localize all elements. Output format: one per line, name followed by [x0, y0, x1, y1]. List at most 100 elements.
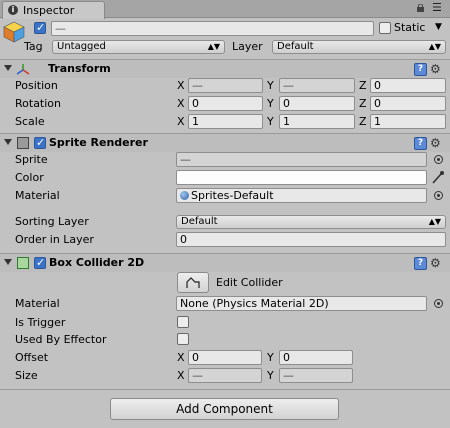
updown-arrow-icon: ▲▼ — [428, 217, 441, 226]
updown-arrow-icon: ▲▼ — [428, 42, 441, 51]
tab-label: Inspector — [23, 4, 75, 17]
axis-z-label: Z — [359, 115, 367, 128]
sorting-layer-value: Default — [181, 216, 218, 227]
axis-x-label: X — [177, 97, 185, 110]
layer-value: Default — [277, 41, 314, 52]
scale-label: Scale — [15, 115, 45, 128]
gear-icon[interactable]: ⚙ — [430, 63, 441, 76]
edit-collider-button[interactable] — [177, 272, 209, 293]
position-label: Position — [15, 79, 58, 92]
edit-collider-icon — [186, 277, 200, 288]
sorting-layer-dropdown[interactable]: Default ▲▼ — [176, 215, 446, 229]
help-icon[interactable]: ? — [414, 137, 427, 150]
collider-material-label: Material — [15, 297, 60, 310]
sorting-layer-label: Sorting Layer — [15, 215, 89, 228]
color-field[interactable] — [176, 170, 427, 185]
static-dropdown-icon[interactable]: ▼ — [435, 22, 442, 32]
foldout-arrow-icon[interactable] — [4, 139, 12, 145]
axis-y-label: Y — [267, 97, 274, 110]
position-y-field[interactable]: — — [279, 78, 355, 93]
axis-y-label: Y — [267, 115, 274, 128]
sprite-renderer-header[interactable]: Sprite Renderer ? ⚙ — [0, 133, 450, 152]
material-value: Sprites-Default — [191, 189, 274, 202]
sprite-label: Sprite — [15, 153, 48, 166]
position-x-field[interactable]: — — [188, 78, 263, 93]
object-picker-icon[interactable] — [434, 155, 443, 164]
tab-inspector[interactable]: i Inspector — [2, 1, 105, 19]
foldout-arrow-icon[interactable] — [4, 65, 12, 71]
size-x-field[interactable]: — — [188, 368, 262, 383]
axis-x-label: X — [177, 351, 185, 364]
divider — [0, 389, 450, 390]
updown-arrow-icon: ▲▼ — [207, 42, 220, 51]
object-picker-icon[interactable] — [434, 191, 443, 200]
offset-label: Offset — [15, 351, 49, 364]
order-in-layer-field[interactable]: 0 — [176, 232, 446, 247]
tag-label: Tag — [24, 40, 43, 53]
layer-label: Layer — [232, 40, 263, 53]
used-by-effector-checkbox[interactable] — [177, 333, 189, 345]
offset-y-field[interactable]: 0 — [279, 350, 353, 365]
size-y-field[interactable]: — — [279, 368, 353, 383]
scale-z-field[interactable]: 1 — [370, 114, 446, 129]
add-component-label: Add Component — [176, 402, 273, 416]
is-trigger-checkbox[interactable] — [177, 316, 189, 328]
sprite-renderer-icon — [17, 137, 29, 149]
scale-x-field[interactable]: 1 — [188, 114, 263, 129]
edit-collider-label: Edit Collider — [216, 276, 283, 289]
sprite-renderer-title: Sprite Renderer — [49, 136, 148, 149]
material-sphere-icon — [180, 191, 189, 200]
rotation-label: Rotation — [15, 97, 62, 110]
help-icon[interactable]: ? — [414, 63, 427, 76]
gear-icon[interactable]: ⚙ — [430, 137, 441, 150]
transform-header[interactable]: Transform ? ⚙ — [0, 59, 450, 78]
axis-z-label: Z — [359, 79, 367, 92]
axis-x-label: X — [177, 79, 185, 92]
sprite-field[interactable]: — — [176, 152, 427, 167]
add-component-button[interactable]: Add Component — [110, 398, 339, 420]
is-trigger-label: Is Trigger — [15, 316, 66, 329]
eyedropper-icon[interactable] — [431, 170, 445, 185]
material-field[interactable]: Sprites-Default — [176, 188, 427, 203]
order-in-layer-label: Order in Layer — [15, 233, 94, 246]
tab-strip: i Inspector ☰ — [0, 0, 450, 19]
help-icon[interactable]: ? — [414, 257, 427, 270]
tag-value: Untagged — [57, 41, 106, 52]
gear-icon[interactable]: ⚙ — [430, 257, 441, 270]
name-input[interactable]: — — [51, 21, 374, 36]
offset-x-field[interactable]: 0 — [188, 350, 262, 365]
sprite-renderer-enabled-checkbox[interactable] — [34, 136, 46, 149]
box-collider-title: Box Collider 2D — [49, 256, 145, 269]
gameobject-cube-icon — [3, 21, 25, 43]
axis-x-label: X — [177, 369, 185, 382]
color-label: Color — [15, 171, 44, 184]
tab-menu-icon[interactable]: ☰ — [432, 1, 442, 14]
static-label: Static — [394, 21, 426, 34]
scale-y-field[interactable]: 1 — [279, 114, 355, 129]
rotation-z-field[interactable]: 0 — [370, 96, 446, 111]
size-label: Size — [15, 369, 38, 382]
axis-z-label: Z — [359, 97, 367, 110]
position-z-field[interactable]: 0 — [370, 78, 446, 93]
lock-icon[interactable] — [417, 4, 424, 12]
rotation-y-field[interactable]: 0 — [279, 96, 355, 111]
transform-axes-icon — [16, 64, 30, 75]
material-label: Material — [15, 189, 60, 202]
object-picker-icon[interactable] — [434, 299, 443, 308]
rotation-x-field[interactable]: 0 — [188, 96, 263, 111]
layer-dropdown[interactable]: Default ▲▼ — [272, 40, 446, 54]
box-collider-icon — [17, 257, 29, 269]
axis-y-label: Y — [267, 369, 274, 382]
foldout-arrow-icon[interactable] — [4, 259, 12, 265]
axis-x-label: X — [177, 115, 185, 128]
tag-dropdown[interactable]: Untagged ▲▼ — [52, 40, 225, 54]
info-icon: i — [8, 5, 18, 15]
collider-material-field[interactable]: None (Physics Material 2D) — [176, 296, 427, 311]
active-checkbox[interactable] — [34, 21, 46, 34]
static-checkbox[interactable] — [379, 22, 391, 34]
box-collider-header[interactable]: Box Collider 2D ? ⚙ — [0, 253, 450, 272]
transform-title: Transform — [48, 62, 111, 75]
axis-y-label: Y — [267, 79, 274, 92]
used-by-effector-label: Used By Effector — [15, 333, 107, 346]
box-collider-enabled-checkbox[interactable] — [34, 256, 46, 269]
